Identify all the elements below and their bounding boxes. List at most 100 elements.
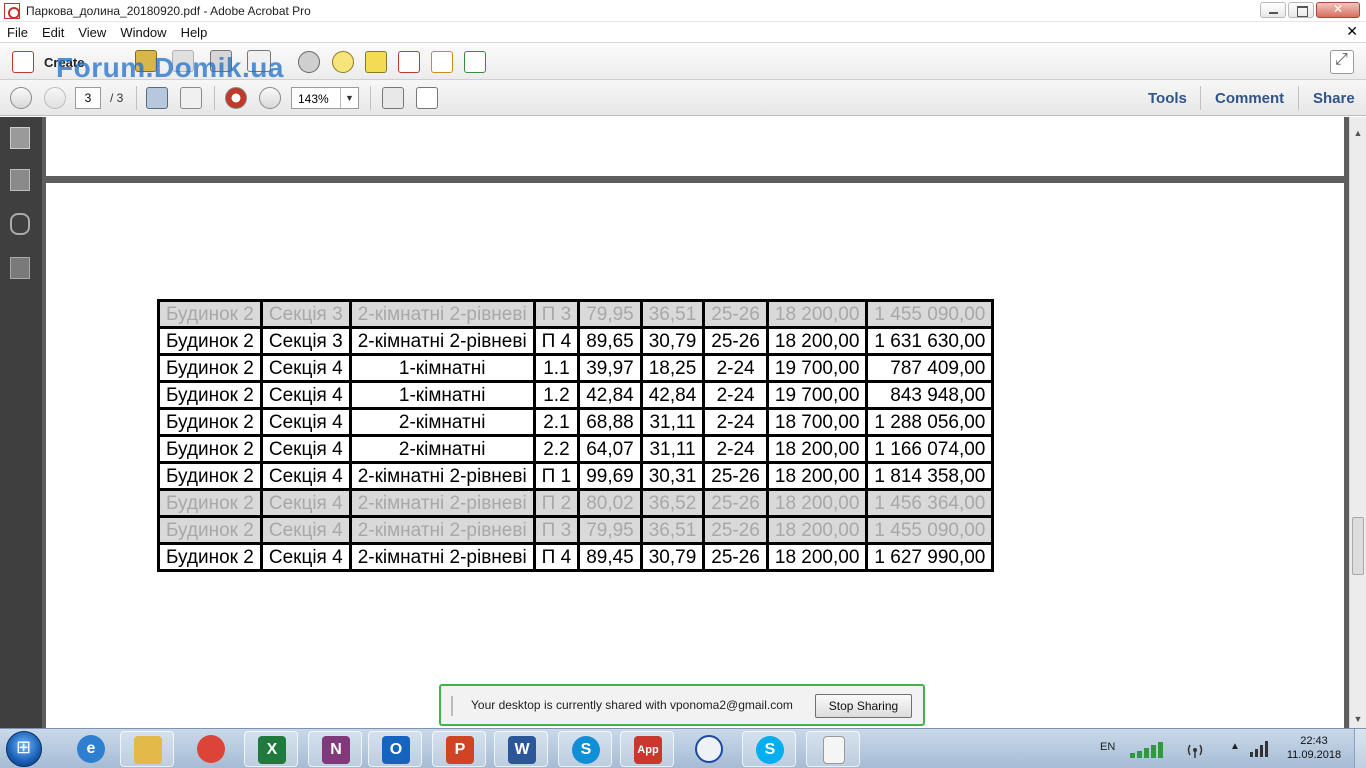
internet-explorer-icon: e: [77, 735, 105, 763]
menu-edit[interactable]: Edit: [35, 25, 71, 40]
cell-unit: 2.2: [532, 434, 581, 464]
hand-tool-icon[interactable]: [180, 87, 202, 109]
select-tool-icon[interactable]: [146, 87, 168, 109]
page-thumbnails-icon[interactable]: [10, 127, 30, 149]
create-pdf-icon[interactable]: [12, 51, 34, 73]
language-indicator[interactable]: EN: [1100, 741, 1115, 753]
share-pane-link[interactable]: Share: [1313, 90, 1355, 107]
cell-building: Будинок 2: [157, 434, 263, 464]
settings-gear-icon[interactable]: [298, 51, 320, 73]
taskbar-outlook[interactable]: O: [368, 731, 422, 767]
previous-page-icon[interactable]: [10, 87, 32, 109]
delete-page-icon[interactable]: [398, 51, 420, 73]
maximize-button[interactable]: [1288, 2, 1314, 18]
drag-handle[interactable]: [451, 696, 453, 716]
cell-section: Секція 4: [259, 380, 352, 410]
cell-apartment-type: 2-кімнатні 2-рівневі: [348, 326, 536, 356]
cell-total-area: 64,07: [577, 434, 643, 464]
network-bars-icon[interactable]: [1250, 741, 1268, 757]
extract-page-icon[interactable]: [431, 51, 453, 73]
fullscreen-expand-icon[interactable]: [1330, 50, 1354, 74]
zoom-level-value: 143%: [298, 92, 329, 106]
cell-living-area: 42,84: [639, 380, 706, 410]
vertical-scrollbar[interactable]: ▲ ▼: [1349, 117, 1366, 728]
fit-page-icon[interactable]: [382, 87, 404, 109]
apartments-table: Будинок 2 Секція 3 2-кімнатні 2-рівневі П 3…: [157, 299, 995, 572]
chevron-down-icon[interactable]: ▼: [340, 88, 358, 108]
cell-price-per-m2: 18 200,00: [765, 461, 869, 491]
tools-pane-link[interactable]: Tools: [1148, 90, 1187, 107]
taskbar-chrome[interactable]: [184, 731, 238, 767]
taskbar-file-explorer[interactable]: [120, 731, 174, 767]
toolbar-divider: [1298, 86, 1299, 110]
taskbar-internet-explorer[interactable]: e: [64, 731, 118, 767]
show-hidden-icons-icon[interactable]: ▲: [1230, 741, 1240, 752]
taskbar-word[interactable]: W: [494, 731, 548, 767]
comment-icon[interactable]: [332, 51, 354, 73]
fit-width-icon[interactable]: [416, 87, 438, 109]
cell-building: Будинок 2: [157, 380, 263, 410]
signatures-icon[interactable]: [10, 257, 30, 279]
taskbar-onenote[interactable]: N: [308, 731, 362, 767]
cell-total-price: 843 948,00: [865, 380, 995, 410]
cell-price-per-m2: 18 700,00: [765, 407, 869, 437]
comment-pane-link[interactable]: Comment: [1215, 90, 1284, 107]
cell-living-area: 36,51: [639, 299, 706, 329]
next-page-icon[interactable]: [44, 87, 66, 109]
cell-living-area: 31,11: [639, 434, 706, 464]
minimize-button[interactable]: [1260, 2, 1286, 18]
close-document-icon[interactable]: ✕: [1346, 23, 1358, 40]
table-row: Будинок 2 Секція 3 2-кімнатні 2-рівневі П 3…: [157, 299, 995, 329]
table-row: Будинок 2 Секція 4 2-кімнатні 2-рівневі П 2…: [157, 488, 995, 518]
blank-document-icon: [823, 736, 845, 764]
cell-building: Будинок 2: [157, 326, 263, 356]
zoom-level-select[interactable]: 143% ▼: [291, 87, 359, 109]
stop-sharing-button[interactable]: Stop Sharing: [815, 694, 912, 718]
export-pdf-icon[interactable]: [464, 51, 486, 73]
menu-help[interactable]: Help: [174, 25, 215, 40]
highlight-icon[interactable]: [365, 51, 387, 73]
taskbar-skype[interactable]: S: [742, 731, 796, 767]
zoom-in-icon[interactable]: [259, 87, 281, 109]
cell-total-area: 80,02: [577, 488, 643, 518]
taskbar-blank-document[interactable]: [806, 731, 860, 767]
menu-view[interactable]: View: [71, 25, 113, 40]
taskbar-powerpoint[interactable]: P: [432, 731, 486, 767]
scroll-down-icon[interactable]: ▼: [1350, 711, 1366, 727]
network-signal-icon[interactable]: [1130, 740, 1172, 758]
clock-date: 11.09.2018: [1286, 749, 1342, 761]
page-number-input[interactable]: 3: [75, 87, 101, 109]
cell-floors: 25-26: [702, 488, 769, 518]
cell-total-area: 89,65: [577, 326, 643, 356]
scrollbar-thumb[interactable]: [1352, 517, 1364, 575]
system-clock[interactable]: 22:43 11.09.2018: [1286, 734, 1342, 762]
menu-file[interactable]: File: [0, 25, 35, 40]
cell-apartment-type: 1-кімнатні: [348, 353, 536, 383]
scroll-up-icon[interactable]: ▲: [1350, 125, 1366, 141]
cell-total-price: 1 456 364,00: [865, 488, 995, 518]
show-desktop-button[interactable]: [1354, 729, 1366, 768]
cell-price-per-m2: 18 200,00: [765, 488, 869, 518]
toolbar-divider: [214, 86, 215, 110]
taskbar-robot-app[interactable]: [682, 731, 736, 767]
cell-unit: П 4: [532, 542, 581, 572]
bookmarks-icon[interactable]: [10, 169, 30, 191]
cell-price-per-m2: 18 200,00: [765, 299, 869, 329]
word-icon: W: [508, 736, 536, 764]
cell-total-area: 39,97: [577, 353, 643, 383]
attachments-paperclip-icon[interactable]: [10, 213, 30, 235]
menu-window[interactable]: Window: [113, 25, 173, 40]
cell-section: Секція 3: [259, 326, 352, 356]
taskbar-skype-business[interactable]: S: [558, 731, 612, 767]
cell-section: Секція 4: [259, 488, 352, 518]
close-window-button[interactable]: [1316, 2, 1360, 18]
start-menu-button[interactable]: [6, 731, 42, 767]
cell-living-area: 30,79: [639, 326, 706, 356]
zoom-out-icon[interactable]: [225, 87, 247, 109]
cell-apartment-type: 2-кімнатні 2-рівневі: [348, 461, 536, 491]
wireless-icon[interactable]: [1186, 741, 1204, 759]
cell-total-price: 1 166 074,00: [865, 434, 995, 464]
document-view[interactable]: Будинок 2 Секція 3 2-кімнатні 2-рівневі П 3…: [42, 117, 1349, 728]
taskbar-app[interactable]: App: [620, 731, 674, 767]
taskbar-excel[interactable]: X: [244, 731, 298, 767]
